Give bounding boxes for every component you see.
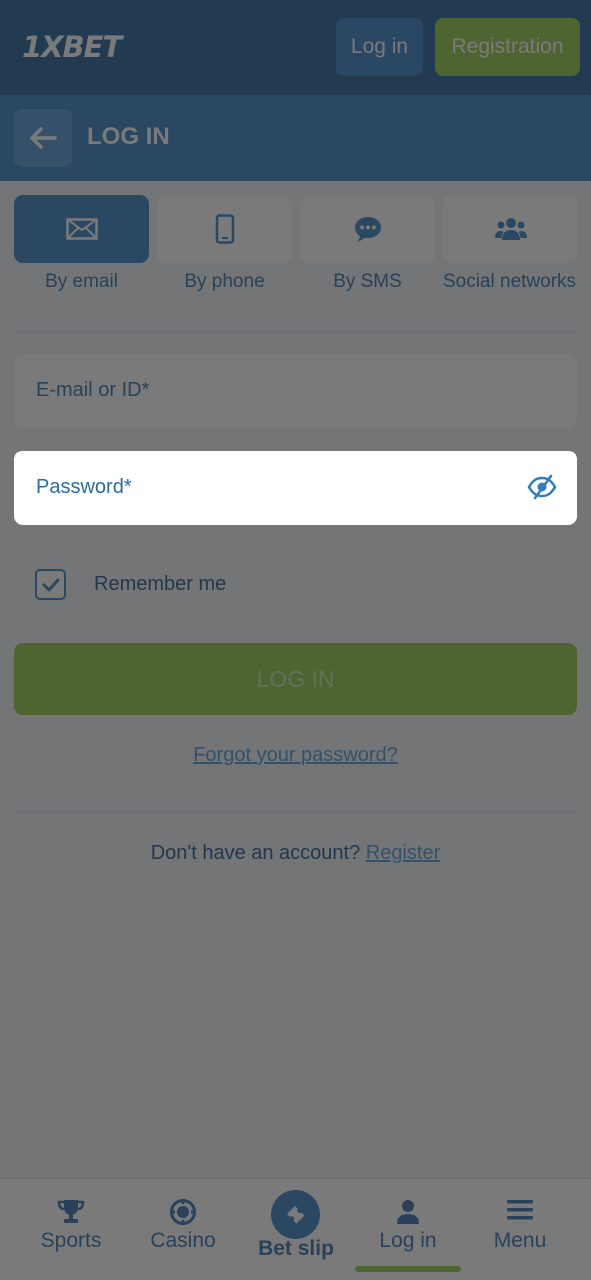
- nav-item-log-in[interactable]: Log in: [353, 1179, 463, 1280]
- top-login-button[interactable]: Log in: [336, 18, 423, 76]
- password-field[interactable]: Password*: [14, 451, 577, 525]
- no-account-row: Don't have an account? Register: [0, 842, 591, 865]
- tab-by-phone[interactable]: [157, 195, 292, 263]
- top-registration-button[interactable]: Registration: [435, 18, 580, 76]
- divider: [14, 812, 577, 813]
- users-icon: [494, 218, 527, 240]
- remember-me-checkbox[interactable]: [35, 569, 66, 600]
- tab-label-by-phone: By phone: [184, 271, 265, 292]
- sms-icon: [354, 217, 381, 242]
- user-icon: [353, 1199, 463, 1225]
- nav-label-bet-slip: Bet slip: [258, 1237, 334, 1260]
- register-link[interactable]: Register: [366, 842, 440, 864]
- hide-password-eye-icon[interactable]: [527, 474, 557, 500]
- casino-chip-icon: [128, 1199, 238, 1225]
- email-field[interactable]: E-mail or ID*: [14, 354, 577, 428]
- divider: [14, 332, 577, 333]
- forgot-password-text[interactable]: Forgot your password?: [193, 744, 398, 766]
- nav-item-bet-slip[interactable]: [271, 1190, 320, 1239]
- nav-item-menu[interactable]: Menu: [465, 1179, 575, 1280]
- tab-social-networks[interactable]: [443, 195, 578, 263]
- nav-label-sports: Sports: [40, 1229, 102, 1252]
- nav-item-sports[interactable]: Sports: [16, 1179, 126, 1280]
- nav-label-casino: Casino: [150, 1229, 216, 1252]
- tab-label-by-email: By email: [45, 271, 118, 292]
- remember-me-label[interactable]: Remember me: [94, 573, 226, 596]
- envelope-icon: [65, 218, 98, 240]
- active-nav-indicator: [355, 1266, 461, 1272]
- page-header: LOG IN: [0, 95, 591, 181]
- page-title: LOG IN: [87, 123, 170, 150]
- login-button[interactable]: LOG IN: [14, 643, 577, 715]
- back-button[interactable]: [14, 109, 72, 167]
- trophy-icon: [16, 1199, 126, 1225]
- nav-label-menu: Menu: [493, 1229, 547, 1252]
- hamburger-icon: [465, 1199, 575, 1221]
- password-field-placeholder: Password*: [36, 476, 132, 498]
- top-bar: 1XBET Log in Registration: [0, 0, 591, 95]
- email-field-placeholder: E-mail or ID*: [36, 379, 150, 401]
- tab-label-social-networks: Social networks: [442, 271, 577, 292]
- nav-item-casino[interactable]: Casino: [128, 1179, 238, 1280]
- tab-label-by-sms: By SMS: [333, 271, 402, 292]
- tab-by-email[interactable]: [14, 195, 149, 263]
- arrow-left-icon: [30, 127, 57, 149]
- ticket-icon: [286, 1205, 304, 1223]
- checkmark-icon: [42, 578, 59, 591]
- brand-logo[interactable]: 1XBET: [22, 30, 122, 64]
- phone-icon: [215, 214, 234, 244]
- tab-by-sms[interactable]: [300, 195, 435, 263]
- no-account-text: Don't have an account?: [150, 842, 361, 864]
- forgot-password-link[interactable]: Forgot your password?: [0, 744, 591, 767]
- nav-label-log-in: Log in: [379, 1229, 437, 1252]
- dim-overlay: [0, 0, 591, 1280]
